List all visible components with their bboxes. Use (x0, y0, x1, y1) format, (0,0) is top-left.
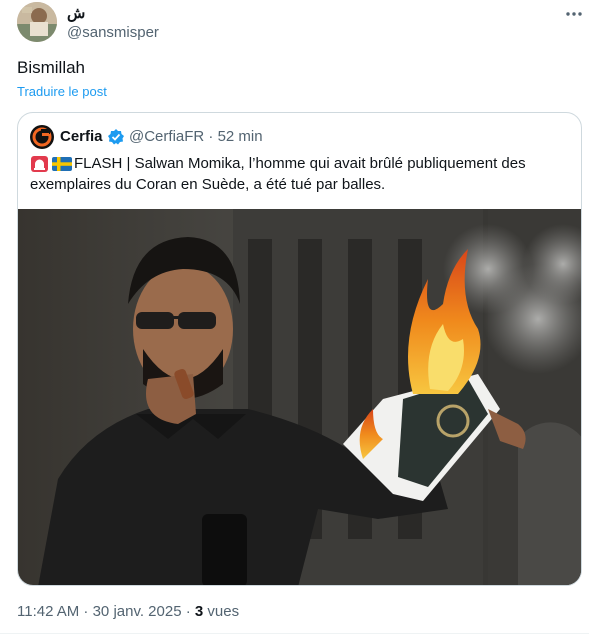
translate-post-link[interactable]: Traduire le post (17, 84, 107, 99)
tweet-text: Bismillah (17, 58, 86, 77)
tweet-meta: 11:42 AM · 30 janv. 2025 · 3 vues (17, 603, 239, 620)
quoted-text: FLASH | Salwan Momika, l’homme qui avait… (30, 155, 526, 193)
tweet-timestamp[interactable]: 11:42 AM · 30 janv. 2025 · (17, 603, 195, 620)
author-handle[interactable]: @sansmisper (67, 24, 159, 41)
quoted-display-name[interactable]: Cerfia (60, 128, 103, 145)
more-options-icon[interactable] (564, 6, 584, 22)
quoted-meta: @CerfiaFR · 52 min (129, 128, 263, 145)
quoted-time[interactable]: 52 min (218, 128, 263, 145)
photo-man-burning-book-image (18, 209, 581, 585)
author-display-name[interactable]: ش (67, 4, 85, 22)
quoted-photo[interactable] (18, 209, 581, 585)
avatar-image (17, 2, 57, 42)
quoted-post-card[interactable]: Cerfia @CerfiaFR · 52 min FLASH | Salwan… (17, 112, 582, 586)
author-avatar[interactable] (17, 2, 57, 42)
cerfia-logo-icon[interactable] (30, 125, 54, 149)
verified-badge-icon (107, 128, 125, 146)
views-label: vues (203, 603, 240, 620)
quoted-handle[interactable]: @CerfiaFR (129, 128, 204, 145)
views-count: 3 (194, 603, 204, 620)
meta-separator: · (208, 128, 218, 145)
